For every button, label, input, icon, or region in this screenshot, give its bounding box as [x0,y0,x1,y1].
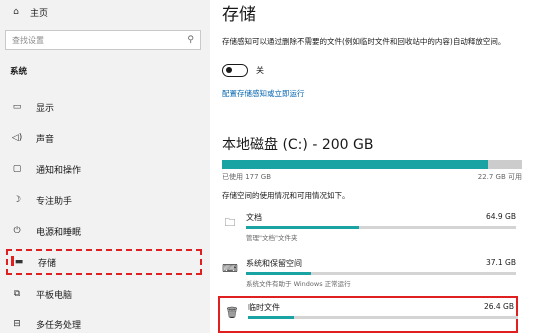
category-name: 系统和保留空间 [246,259,302,268]
sidebar-item-tablet[interactable]: ⧉ 平板电脑 [6,283,202,305]
home-nav[interactable]: ⌂ 主页 [8,2,48,22]
toggle-state-label: 关 [256,66,264,75]
speaker-icon: ◁) [11,133,23,143]
sidebar-item-storage[interactable]: ▬ 存储 [6,249,202,275]
category-usage-bar [246,272,516,275]
sidebar-item-focus-assist[interactable]: ☽ 专注助手 [6,189,202,211]
storage-sense-toggle[interactable] [222,64,248,77]
sidebar-item-display[interactable]: ▭ 显示 [6,96,202,118]
disk-usage-bar [222,160,522,169]
category-size: 37.1 GB [485,258,516,267]
main-content: 存储 存储感知可以通过删除不需要的文件(例如临时文件和回收站中的内容)自动释放空… [210,0,535,333]
category-usage-bar [246,226,516,229]
category-temporary-files[interactable]: 🗑 临时文件 26.4 GB [218,296,518,333]
section-title: 系统 [10,67,28,77]
configure-storage-sense-link[interactable]: 配置存储感知或立即运行 [222,88,305,99]
sidebar-item-label: 显示 [36,103,55,114]
active-indicator [11,256,14,266]
disk-title: 本地磁盘 (C:) - 200 GB [222,137,374,153]
page-title: 存储 [222,5,256,25]
sidebar-item-label: 存储 [38,258,57,269]
multitask-icon: ⊟ [13,319,21,329]
sidebar-item-label: 电源和睡眠 [36,227,82,238]
tablet-icon: ⧉ [13,289,21,299]
toggle-knob [226,67,232,73]
category-usage-fill [246,226,360,229]
sidebar-item-label: 多任务处理 [36,320,82,331]
sidebar: ⌂ 主页 查找设置 ⚲ 系统 ▭ 显示 ◁) 声音 ▢ 通知和操作 ☽ 专注助手… [0,0,210,333]
folder-icon: 🗀 [224,216,236,229]
category-subtext: 系统文件有助于 Windows 正常运行 [246,280,351,288]
search-icon[interactable]: ⚲ [187,35,194,45]
sidebar-item-label: 专注助手 [36,196,73,207]
disk-used-text: 已使用 177 GB [222,173,272,181]
home-label: 主页 [30,8,49,19]
category-size: 26.4 GB [483,302,514,311]
disk-available-text: 22.7 GB 可用 [477,173,522,181]
settings-search[interactable]: 查找设置 ⚲ [5,30,201,50]
trash-icon: 🗑 [225,306,239,319]
sidebar-item-sound[interactable]: ◁) 声音 [6,127,202,149]
home-icon: ⌂ [13,7,19,17]
sidebar-item-label: 声音 [36,134,55,145]
storage-icon: ▬ [14,257,24,267]
category-usage-fill [248,316,294,319]
sidebar-item-label: 通知和操作 [36,165,82,176]
distribution-text: 存储空间的使用情况和可用情况如下。 [222,191,350,200]
category-name: 文档 [246,213,262,222]
category-usage-bar [248,316,518,319]
disk-usage-fill [222,160,488,169]
category-subtext: 管理"文档"文件夹 [246,234,298,242]
sidebar-item-notifications[interactable]: ▢ 通知和操作 [6,158,202,180]
sidebar-item-label: 平板电脑 [36,290,73,301]
category-usage-fill [246,272,311,275]
sidebar-item-power[interactable]: ⏻ 电源和睡眠 [6,220,202,242]
power-icon: ⏻ [13,226,21,236]
storage-sense-description: 存储感知可以通过删除不需要的文件(例如临时文件和回收站中的内容)自动释放空间。 [222,37,506,46]
category-documents[interactable]: 🗀 文档 64.9 GB 管理"文档"文件夹 [218,208,518,244]
category-size: 64.9 GB [485,212,516,221]
monitor-icon: ▭ [12,102,22,112]
notification-icon: ▢ [12,164,22,174]
category-name: 临时文件 [248,303,280,312]
moon-icon: ☽ [12,195,22,205]
laptop-icon: ⌨ [222,262,238,275]
category-system-reserved[interactable]: ⌨ 系统和保留空间 37.1 GB 系统文件有助于 Windows 正常运行 [218,254,518,290]
sidebar-item-multitasking[interactable]: ⊟ 多任务处理 [6,313,202,333]
search-input[interactable]: 查找设置 [12,35,187,46]
